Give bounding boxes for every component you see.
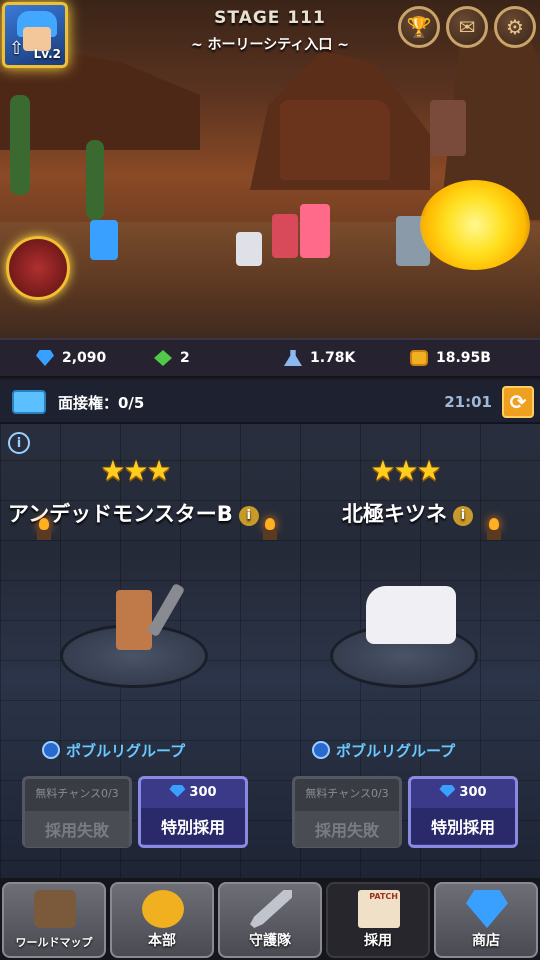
nav-headquarters[interactable]: 本部 bbox=[110, 882, 214, 958]
free-chance-label: 無料チャンス0/3 bbox=[305, 787, 389, 800]
nav-label: 採用 bbox=[364, 933, 392, 949]
candidate-group: ポブルリグループ bbox=[42, 740, 185, 761]
battle-scene: STAGE 111 ~ ホーリーシティ入口 ~ ⇧ Lv.2 🏆 ✉ ⚙ bbox=[0, 0, 540, 338]
diamond-icon bbox=[169, 785, 186, 797]
special-label: 特別採用 bbox=[141, 808, 245, 844]
group-label: ポブルリグループ bbox=[66, 742, 186, 760]
star-rating: ★★★ bbox=[100, 454, 171, 487]
special-cost: 300 bbox=[141, 785, 245, 800]
nav-guardians[interactable]: 守護隊 bbox=[218, 882, 322, 958]
candidate-group: ポブルリグループ bbox=[312, 740, 455, 761]
nav-label: 本部 bbox=[148, 933, 176, 949]
mail-icon[interactable]: ✉ bbox=[446, 6, 488, 48]
potion-amount: 1.78K bbox=[310, 350, 356, 366]
gold-amount: 18.95B bbox=[436, 350, 491, 366]
trophy-icon[interactable]: 🏆 bbox=[398, 6, 440, 48]
candidate-slot-2: ★★★ 北極キツネ i ポブルリグループ 無料チャンス0/3 採用失敗 300 特… bbox=[270, 454, 540, 874]
free-chance-label: 無料チャンス0/3 bbox=[35, 787, 119, 800]
diamond-icon bbox=[36, 350, 54, 366]
group-label: ポブルリグループ bbox=[336, 742, 456, 760]
gold-icon bbox=[142, 890, 184, 928]
fail-label: 採用失敗 bbox=[25, 811, 129, 847]
nav-world-map[interactable]: ワールドマップ bbox=[2, 882, 106, 958]
gem-counter: 2,090 bbox=[36, 350, 106, 366]
group-icon bbox=[42, 741, 60, 759]
player-avatar[interactable]: ⇧ Lv.2 bbox=[2, 2, 68, 68]
gold-coin-icon bbox=[410, 350, 428, 366]
interview-bar: 面接権：0/5 21:01 ⟳ bbox=[0, 380, 540, 424]
nav-label: 商店 bbox=[472, 933, 500, 949]
cactus bbox=[86, 140, 104, 220]
nav-label: ワールドマップ bbox=[15, 936, 93, 949]
candidate-slot-1: ★★★ アンデッドモンスターB i ポブルリグループ 無料チャンス0/3 採用失敗… bbox=[0, 454, 277, 874]
arctic-fox-sprite[interactable] bbox=[366, 586, 456, 644]
refresh-timer: 21:01 bbox=[444, 393, 492, 411]
torch-icon bbox=[36, 518, 52, 542]
currency-bar: 2,090 2 1.78K 18.95B bbox=[0, 338, 540, 378]
torch-icon bbox=[486, 518, 502, 542]
cost-amount: 300 bbox=[189, 785, 217, 800]
candidate-name-row: 北極キツネ i bbox=[342, 498, 473, 528]
sword-icon bbox=[250, 890, 292, 928]
hero-redhead bbox=[272, 214, 298, 258]
bottom-nav: ワールドマップ 本部 守護隊 PATCH 採用 商店 bbox=[0, 878, 540, 960]
diamond-icon bbox=[439, 785, 456, 797]
nav-label: 守護隊 bbox=[249, 933, 291, 949]
special-label: 特別採用 bbox=[411, 808, 515, 844]
nav-shop[interactable]: 商店 bbox=[434, 882, 538, 958]
green-gem-icon bbox=[154, 350, 172, 366]
info-icon[interactable]: i bbox=[8, 432, 30, 454]
gold-counter: 18.95B bbox=[410, 350, 491, 366]
interview-count: 面接権：0/5 bbox=[58, 394, 145, 412]
interview-ticket-icon bbox=[12, 390, 46, 414]
group-icon bbox=[312, 741, 330, 759]
hero-pink bbox=[300, 204, 330, 258]
star-rating: ★★★ bbox=[370, 454, 441, 487]
refresh-button[interactable]: ⟳ bbox=[502, 386, 534, 418]
cactus bbox=[10, 95, 30, 195]
map-icon bbox=[34, 890, 76, 928]
candidate-info-icon[interactable]: i bbox=[238, 506, 259, 526]
rock bbox=[280, 100, 390, 180]
recruit-poster-icon: PATCH bbox=[358, 890, 400, 928]
special-recruit-button[interactable]: 300 特別採用 bbox=[408, 776, 518, 848]
special-recruit-button[interactable]: 300 特別採用 bbox=[138, 776, 248, 848]
recruit-fail-button[interactable]: 無料チャンス0/3 採用失敗 bbox=[292, 776, 402, 848]
special-cost: 300 bbox=[411, 785, 515, 800]
level-up-icon: ⇧ bbox=[9, 38, 25, 59]
potion-icon bbox=[284, 350, 302, 366]
green-gem-amount: 2 bbox=[180, 350, 190, 366]
nav-recruit[interactable]: PATCH 採用 bbox=[326, 882, 430, 958]
enemy-bandit bbox=[430, 100, 466, 156]
hero-blue-hair bbox=[90, 220, 118, 260]
green-gem-counter: 2 bbox=[154, 350, 190, 366]
fail-label: 採用失敗 bbox=[295, 811, 399, 847]
undead-monster-sprite[interactable] bbox=[116, 590, 152, 650]
cost-amount: 300 bbox=[459, 785, 487, 800]
recruit-fail-button[interactable]: 無料チャンス0/3 採用失敗 bbox=[22, 776, 132, 848]
hero-skeleton bbox=[236, 232, 262, 266]
explosion-effect bbox=[420, 180, 530, 270]
gem-amount: 2,090 bbox=[62, 350, 107, 366]
settings-icon[interactable]: ⚙ bbox=[494, 6, 536, 48]
potion-counter: 1.78K bbox=[284, 350, 355, 366]
patch-badge: PATCH bbox=[369, 892, 398, 901]
player-level: Lv.2 bbox=[33, 47, 61, 61]
hero-skill-button[interactable] bbox=[6, 236, 70, 300]
candidate-name: 北極キツネ bbox=[342, 502, 447, 526]
recruit-panel: 面接権：0/5 21:01 ⟳ i ★★★ アンデッドモンスターB i ポブルリグ… bbox=[0, 380, 540, 878]
candidate-info-icon[interactable]: i bbox=[453, 506, 473, 526]
diamond-icon bbox=[466, 890, 508, 928]
